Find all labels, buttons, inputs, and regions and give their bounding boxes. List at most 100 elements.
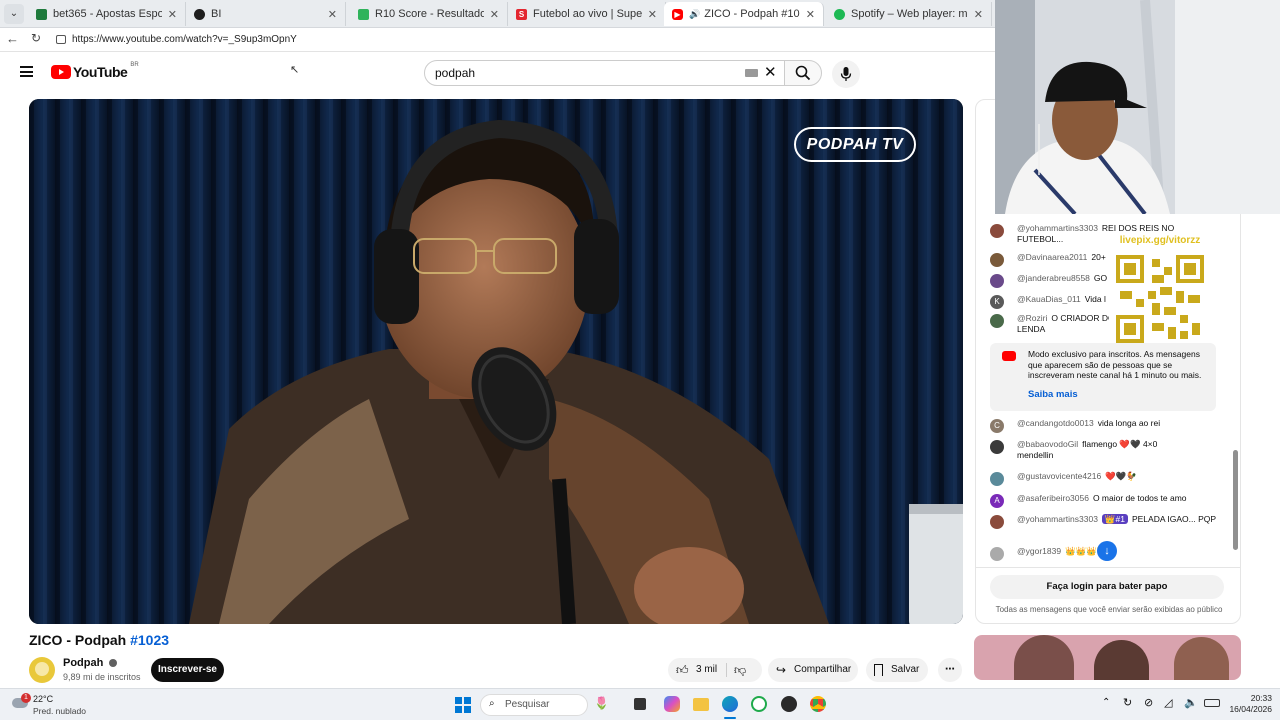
wifi-icon[interactable]: ◿ bbox=[1164, 696, 1172, 709]
more-horizontal-icon: ⋯ bbox=[945, 664, 955, 675]
browser-tab-bi[interactable]: BI ✕ bbox=[186, 2, 346, 26]
channel-name[interactable]: Podpah bbox=[63, 657, 118, 669]
menu-icon[interactable] bbox=[20, 66, 33, 77]
notification-badge: 1 bbox=[21, 693, 31, 703]
search-icon: ⌕ bbox=[489, 698, 495, 709]
chat-message: C @candangotdo0013 vida longa ao rei bbox=[990, 418, 1220, 433]
related-video-thumbnail[interactable] bbox=[974, 635, 1241, 680]
taskbar-search[interactable]: ⌕ Pesquisar bbox=[480, 694, 588, 716]
chat-author[interactable]: @janderabreu8558 bbox=[1017, 273, 1090, 283]
scroll-to-bottom-button[interactable]: ↓ bbox=[1097, 541, 1117, 561]
chat-author[interactable]: @candangotdo0013 bbox=[1017, 418, 1094, 428]
chat-author[interactable]: @Davinaarea2011 bbox=[1017, 252, 1087, 262]
save-button[interactable]: Salvar bbox=[866, 658, 928, 682]
bi-favicon-icon bbox=[194, 8, 205, 20]
start-button[interactable] bbox=[455, 697, 471, 713]
video-hashtag[interactable]: #1023 bbox=[130, 632, 169, 648]
clear-search-icon[interactable]: ✕ bbox=[764, 61, 777, 85]
chat-author[interactable]: @asaferibeiro3056 bbox=[1017, 493, 1089, 503]
chevron-up-icon[interactable]: ⌃ bbox=[1102, 697, 1110, 708]
subscribers-only-notice: Modo exclusivo para inscritos. As mensag… bbox=[990, 343, 1216, 411]
volume-icon[interactable]: 🔈 bbox=[1184, 696, 1198, 709]
chat-text: vida longa ao rei bbox=[1097, 418, 1161, 428]
weather-widget[interactable]: 1 22°C Pred. nublado bbox=[10, 693, 100, 719]
video-player[interactable]: PODPAH TV bbox=[29, 99, 963, 624]
close-icon[interactable]: ✕ bbox=[328, 8, 337, 21]
browser-tab-bet365[interactable]: bet365 - Apostas Esportivas Online ✕ bbox=[28, 2, 186, 26]
chat-author[interactable]: @gustavovicente4216 bbox=[1017, 471, 1101, 481]
livepix-link: livepix.gg/vitorzz bbox=[1119, 235, 1201, 246]
chat-author[interactable]: @yohammartins3303 bbox=[1017, 514, 1098, 524]
reload-icon[interactable]: ↻ bbox=[31, 31, 41, 45]
tab-list-dropdown[interactable]: ⌄ bbox=[4, 4, 24, 24]
close-icon[interactable]: ✕ bbox=[168, 8, 177, 21]
whatsapp-icon[interactable] bbox=[751, 696, 767, 712]
chat-author[interactable]: @babaovodoGil bbox=[1017, 439, 1078, 449]
system-clock[interactable]: 20:33 16/04/2026 bbox=[1222, 693, 1272, 715]
chrome-icon[interactable] bbox=[810, 696, 826, 712]
close-icon[interactable]: ✕ bbox=[648, 8, 657, 21]
chat-text: Vida l bbox=[1084, 294, 1106, 304]
share-icon: ↪ bbox=[776, 663, 787, 677]
spotify-favicon-icon bbox=[834, 8, 845, 20]
browser-tab-r10score[interactable]: R10 Score - Resultados ao vivo ✕ bbox=[350, 2, 508, 26]
login-to-chat-button[interactable]: Faça login para bater papo bbox=[990, 575, 1224, 599]
arrow-down-icon: ↓ bbox=[1104, 545, 1110, 557]
more-actions-button[interactable]: ⋯ bbox=[938, 658, 962, 682]
edge-browser-icon[interactable] bbox=[722, 696, 738, 712]
chat-author[interactable]: @yohammartins3303 bbox=[1017, 223, 1098, 233]
search-input-value: podpah bbox=[435, 66, 476, 80]
battery-icon[interactable] bbox=[1204, 699, 1220, 707]
copilot-icon[interactable] bbox=[664, 696, 680, 712]
search-input[interactable]: podpah ✕ bbox=[424, 60, 786, 86]
avatar bbox=[990, 253, 1004, 267]
speaker-icon[interactable]: 🔊 bbox=[689, 9, 700, 20]
channel-avatar[interactable] bbox=[29, 657, 55, 683]
avatar bbox=[990, 314, 1004, 328]
close-icon[interactable]: ✕ bbox=[490, 8, 499, 21]
chevron-down-icon: ⌄ bbox=[9, 8, 19, 19]
back-arrow-icon[interactable]: ← bbox=[6, 31, 19, 46]
keyboard-icon[interactable] bbox=[745, 69, 758, 77]
clock-date: 16/04/2026 bbox=[1229, 704, 1272, 714]
chat-author[interactable]: @ygor1839 bbox=[1017, 546, 1061, 556]
search-button[interactable] bbox=[784, 60, 822, 86]
browser-tab-spotify[interactable]: Spotify – Web player: música para ✕ bbox=[826, 2, 992, 26]
widgets-icon[interactable]: 🌷 bbox=[594, 696, 622, 712]
chat-text: O maior de todos te amo bbox=[1092, 493, 1187, 503]
webcam-overlay bbox=[995, 0, 1280, 214]
browser-tab-youtube[interactable]: ▶ 🔊 ZICO - Podpah #1023 - YouTube ✕ bbox=[664, 2, 824, 26]
app-icon[interactable] bbox=[781, 696, 797, 712]
close-icon[interactable]: ✕ bbox=[974, 8, 983, 21]
avatar: C bbox=[990, 419, 1004, 433]
top-fan-badge: 👑#1 bbox=[1101, 514, 1128, 524]
avatar bbox=[990, 472, 1004, 486]
close-icon[interactable]: ✕ bbox=[806, 8, 815, 21]
network-icon[interactable]: ⊘ bbox=[1144, 696, 1153, 709]
subscribe-button[interactable]: Inscrever-se bbox=[151, 658, 224, 682]
task-view-icon[interactable] bbox=[634, 698, 646, 710]
youtube-logo[interactable]: YouTube BR bbox=[51, 62, 139, 80]
video-frame-image bbox=[29, 99, 963, 624]
qr-code-icon bbox=[1116, 255, 1204, 343]
thumbs-up-icon: 👍︎ bbox=[676, 663, 689, 677]
chat-message: A @asaferibeiro3056 O maior de todos te a… bbox=[990, 493, 1220, 508]
site-info-icon[interactable] bbox=[56, 35, 66, 44]
url-field[interactable]: https://www.youtube.com/watch?v=_S9up3mO… bbox=[54, 31, 994, 49]
file-explorer-icon[interactable] bbox=[693, 698, 709, 711]
chat-author[interactable]: @KauaDias_011 bbox=[1017, 294, 1081, 304]
learn-more-link[interactable]: Saiba mais bbox=[1028, 389, 1078, 400]
avatar: A bbox=[990, 494, 1004, 508]
like-button[interactable]: 👍︎ 3 mil bbox=[676, 658, 724, 682]
sync-icon[interactable]: ↻ bbox=[1123, 696, 1132, 709]
tab-title: Futebol ao vivo | Superbet bbox=[533, 8, 642, 20]
video-title: ZICO - Podpah #1023 bbox=[29, 632, 169, 648]
chat-text: ❤️🖤🐓 bbox=[1105, 471, 1138, 481]
dislike-button[interactable]: 👎︎ bbox=[734, 658, 746, 682]
browser-tab-superbet[interactable]: S Futebol ao vivo | Superbet ✕ bbox=[508, 2, 666, 26]
chat-scrollbar[interactable] bbox=[1233, 450, 1238, 550]
voice-search-button[interactable] bbox=[832, 60, 860, 88]
share-button[interactable]: ↪ Compartilhar bbox=[768, 658, 858, 682]
chat-author[interactable]: @Roziri bbox=[1017, 313, 1047, 323]
chat-text: 20+ bbox=[1091, 252, 1106, 262]
